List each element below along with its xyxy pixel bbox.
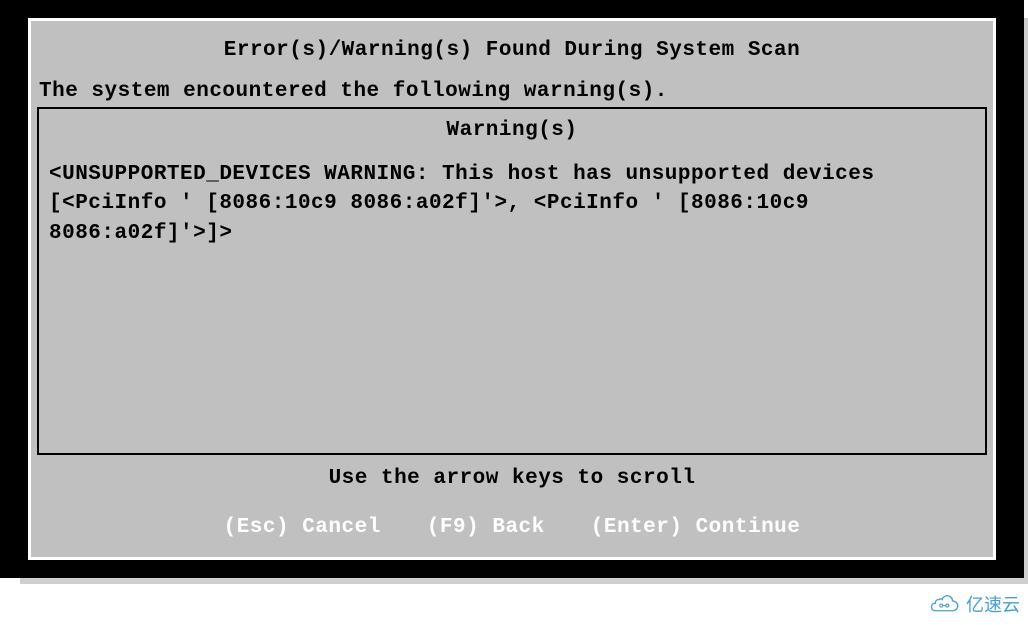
shadow-bottom [20,578,1024,584]
action-bar: (Esc) Cancel (F9) Back (Enter) Continue [37,498,987,545]
continue-button[interactable]: (Enter) Continue [591,516,801,539]
back-button[interactable]: (F9) Back [427,516,545,539]
warning-body: <UNSUPPORTED_DEVICES WARNING: This host … [49,160,975,248]
scroll-hint: Use the arrow keys to scroll [37,455,987,498]
dialog-title: Error(s)/Warning(s) Found During System … [37,27,987,80]
console-background: Error(s)/Warning(s) Found During System … [0,0,1024,578]
watermark-text: 亿速云 [966,591,1020,617]
dialog-subtitle: The system encountered the following war… [37,80,987,107]
cloud-icon [930,594,960,614]
warning-heading: Warning(s) [49,115,975,160]
dialog-frame: Error(s)/Warning(s) Found During System … [28,18,996,560]
warning-box[interactable]: Warning(s) <UNSUPPORTED_DEVICES WARNING:… [37,107,987,455]
cancel-button[interactable]: (Esc) Cancel [224,516,381,539]
watermark: 亿速云 [930,591,1020,617]
shadow-right [1024,18,1028,584]
